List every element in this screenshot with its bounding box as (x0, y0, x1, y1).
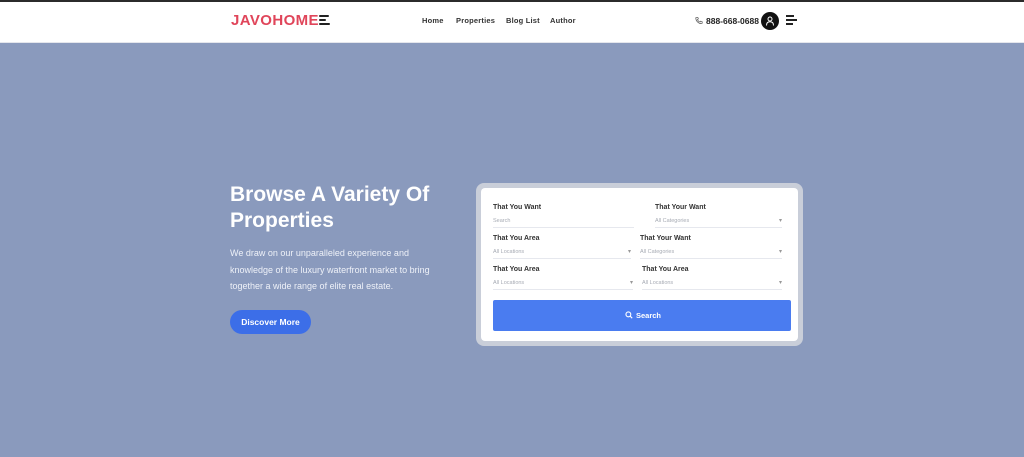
phone-icon (695, 16, 703, 25)
user-icon (766, 16, 774, 26)
field-label: That Your Want (640, 235, 691, 242)
logo[interactable]: JAVOHOME (231, 12, 319, 29)
search-icon (625, 311, 633, 319)
field-label: That You Area (642, 266, 689, 273)
hero-description: We draw on our unparalleled experience a… (230, 248, 430, 291)
nav-home[interactable]: Home (422, 16, 444, 25)
top-strip (0, 0, 1024, 2)
chevron-down-icon: ▾ (778, 218, 782, 224)
field-label: That You Area (493, 266, 540, 273)
hamburger-icon[interactable] (319, 15, 331, 26)
nav-blog-list[interactable]: Blog List (506, 16, 540, 25)
chevron-down-icon: ▾ (627, 249, 631, 255)
chevron-down-icon: ▾ (629, 280, 633, 286)
field-label: That You Want (493, 204, 542, 211)
location-select[interactable]: All Locations ▾ (642, 278, 782, 290)
discover-more-button[interactable]: Discover More (230, 310, 311, 334)
avatar[interactable] (761, 12, 779, 30)
phone-number[interactable]: 888-668-0688 (706, 16, 759, 26)
menu-lines-icon[interactable] (786, 15, 797, 25)
category-select[interactable]: All Categories ▾ (640, 247, 782, 259)
nav-author[interactable]: Author (550, 16, 576, 25)
hero-title: Browse A Variety Of Properties (230, 183, 430, 232)
search-button-label: Search (636, 311, 662, 320)
search-button[interactable]: Search (493, 300, 791, 331)
chevron-down-icon: ▾ (778, 280, 782, 286)
location-select[interactable]: All Locations ▾ (493, 278, 633, 290)
field-label: That You Area (493, 235, 540, 242)
field-label: That Your Want (655, 204, 706, 211)
chevron-down-icon: ▾ (778, 249, 782, 255)
location-select[interactable]: All Locations ▾ (493, 247, 631, 259)
category-select[interactable]: All Categories ▾ (655, 216, 782, 228)
keyword-input[interactable]: Search (493, 216, 634, 228)
nav-properties[interactable]: Properties (456, 16, 495, 25)
